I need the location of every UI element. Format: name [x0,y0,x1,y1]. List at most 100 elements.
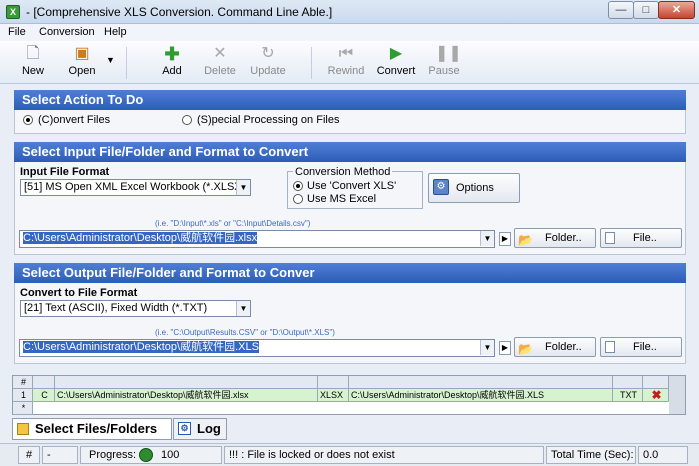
chevron-down-icon[interactable]: ▼ [480,231,494,246]
progress-icon [139,448,153,462]
new-row-marker[interactable]: * [13,402,33,415]
menu-conversion[interactable]: Conversion [39,26,95,38]
input-section-header: Select Input File/Folder and Format to C… [14,142,686,162]
open-dropdown-icon[interactable]: ▼ [106,55,115,65]
use-convert-xls-label[interactable]: Use 'Convert XLS' [307,180,396,192]
grid-header-cell [55,376,318,389]
input-path-combo[interactable]: C:\Users\Administrator\Desktop\威航软件园.xls… [19,230,495,248]
update-button[interactable]: ↻ Update [247,41,289,84]
maximize-button[interactable]: □ [633,1,659,19]
add-label: Add [162,65,182,77]
toolbar: 🗋 New ▣ Open ▼ ✚ Add ✕ Delete ↻ Update ⏮… [0,41,699,84]
grid-header-cell [33,376,55,389]
convert-button[interactable]: ▶ Convert [373,41,419,84]
menu-file[interactable]: File [8,26,26,38]
title-bar: X - [Comprehensive XLS Conversion. Comma… [0,0,699,24]
output-format-label: Convert to File Format [20,287,138,299]
output-file-label: File.. [633,341,657,353]
use-ms-excel-label[interactable]: Use MS Excel [307,193,376,205]
output-file-button[interactable]: File.. [600,337,682,357]
status-message: !!! : File is locked or does not exist [224,446,544,464]
input-go-arrow-icon[interactable]: ▶ [499,232,511,246]
pause-button[interactable]: ❚❚ Pause [426,41,462,84]
status-num-label: # [18,446,40,464]
conversion-method-group: Conversion Method Use 'Convert XLS' Use … [287,166,423,209]
input-format-label: Input File Format [20,166,110,178]
tab-log[interactable]: ⚙ Log [173,418,227,440]
status-bar: # - Progress: 100 !!! : File is locked o… [0,443,699,466]
progress-value: 100 [161,449,180,461]
open-label: Open [68,65,96,77]
input-folder-label: Folder.. [545,232,582,244]
toolbar-separator [126,47,127,79]
tab-log-label: Log [197,421,221,436]
folder-icon: 📂 [518,342,533,356]
open-button[interactable]: ▣ Open [62,41,102,84]
log-icon: ⚙ [178,422,191,435]
options-label: Options [456,182,494,194]
pause-icon: ❚❚ [435,45,462,62]
close-button[interactable]: ✕ [658,1,695,19]
action-section-header: Select Action To Do [14,90,686,110]
window-title: - [Comprehensive XLS Conversion. Command… [26,5,333,19]
input-folder-button[interactable]: 📂 Folder.. [514,228,596,248]
output-go-arrow-icon[interactable]: ▶ [499,341,511,355]
total-time-label: Total Time (Sec): [546,446,636,464]
convert-label: Convert [376,65,416,77]
chevron-down-icon[interactable]: ▼ [236,301,250,316]
options-button[interactable]: ⚙ Options [428,173,520,203]
pause-label: Pause [428,65,460,77]
delete-row-icon[interactable]: ✖ [643,389,669,402]
conversion-method-label: Conversion Method [293,166,393,178]
input-file-button[interactable]: File.. [600,228,682,248]
input-path-hint: (i.e. "D:\Input\*.xls" or "C:\Input\Deta… [155,219,311,228]
output-format-select[interactable]: [21] Text (ASCII), Fixed Width (*.TXT) ▼ [20,300,251,317]
progress-label: Progress: [89,449,137,461]
play-icon: ▶ [389,45,403,62]
add-button[interactable]: ✚ Add [155,41,189,84]
rewind-icon: ⏮ [338,45,354,62]
folder-icon: 📂 [518,233,533,247]
status-progress: Progress: 100 [80,446,222,464]
use-ms-excel-radio[interactable] [293,194,303,204]
output-path-hint: (i.e. "C:\Output\Results.CSV" or "D:\Out… [155,328,335,337]
grid-scrollbar[interactable] [669,376,685,414]
chevron-down-icon[interactable]: ▼ [480,340,494,355]
rewind-label: Rewind [327,65,365,77]
row-input-path: C:\Users\Administrator\Desktop\威航软件园.xls… [55,389,318,402]
status-num-value: - [42,446,78,464]
input-section-body: Input File Format [51] MS Open XML Excel… [14,162,686,255]
new-file-icon: 🗋 [26,45,40,62]
action-section-body: (C)onvert Files (S)pecial Processing on … [14,110,686,134]
menu-bar: File Conversion Help [0,24,699,41]
special-processing-radio[interactable] [182,115,192,125]
special-processing-label[interactable]: (S)pecial Processing on Files [197,114,339,126]
input-format-select[interactable]: [51] MS Open XML Excel Workbook (*.XLSX)… [20,179,251,196]
tab-select-files[interactable]: Select Files/Folders [12,418,172,440]
plus-icon: ✚ [164,44,180,64]
row-action: C [33,389,55,402]
floppy-icon: ▣ [74,45,90,62]
convert-files-radio[interactable] [23,115,33,125]
grid-header-cell [318,376,349,389]
output-folder-button[interactable]: 📂 Folder.. [514,337,596,357]
rewind-button[interactable]: ⏮ Rewind [325,41,367,84]
menu-help[interactable]: Help [104,26,127,38]
convert-files-label[interactable]: (C)onvert Files [38,114,110,126]
delete-label: Delete [204,65,236,77]
input-format-value: [51] MS Open XML Excel Workbook (*.XLSX) [24,181,246,193]
new-button[interactable]: 🗋 New [14,41,52,84]
minimize-button[interactable]: — [608,1,634,19]
row-input-format: XLSX [318,389,349,402]
refresh-icon: ↻ [261,45,275,62]
grid-header-cell [349,376,613,389]
output-folder-label: Folder.. [545,341,582,353]
delete-button[interactable]: ✕ Delete [200,41,240,84]
update-label: Update [250,65,286,77]
use-convert-xls-radio[interactable] [293,181,303,191]
files-grid[interactable]: # 1 C C:\Users\Administrator\Desktop\威航软… [12,375,686,415]
chevron-down-icon[interactable]: ▼ [236,180,250,195]
options-icon: ⚙ [433,179,449,195]
output-path-value: C:\Users\Administrator\Desktop\威航软件园.XLS [23,341,259,353]
output-path-combo[interactable]: C:\Users\Administrator\Desktop\威航软件园.XLS… [19,339,495,357]
